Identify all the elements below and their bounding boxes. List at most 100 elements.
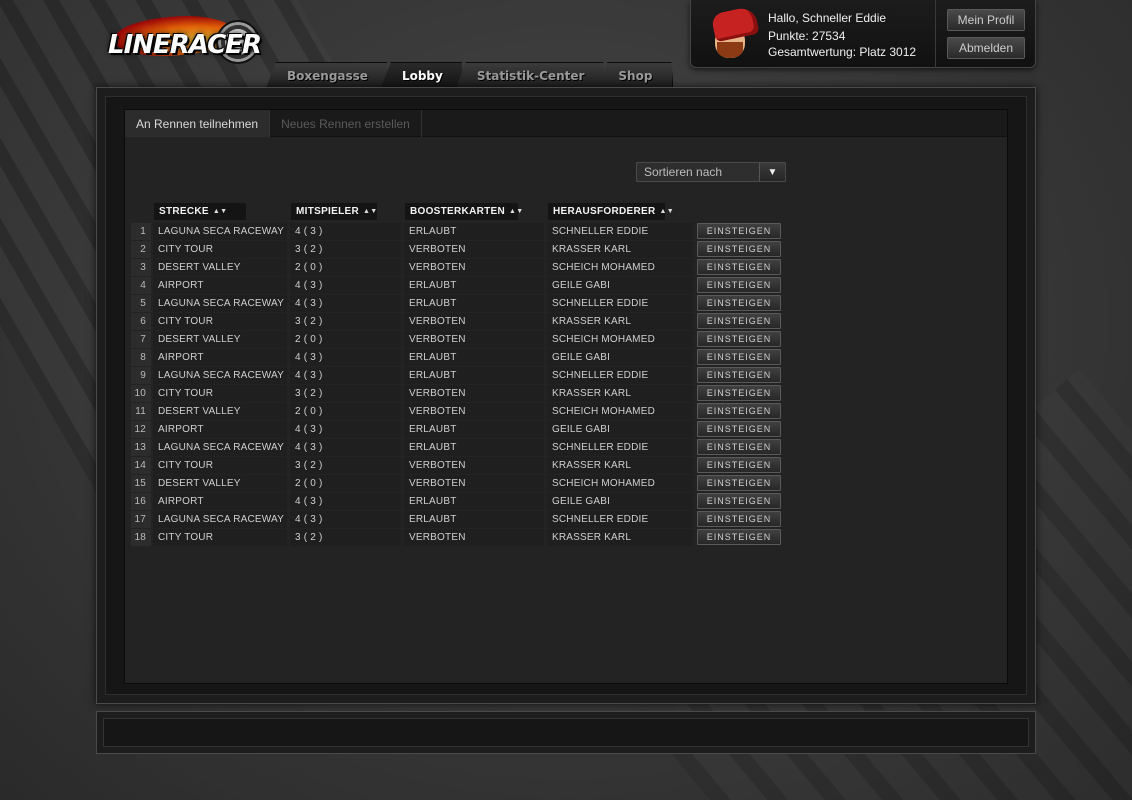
- table-row: 8 AIRPORT 4 ( 3 ) ERLAUBT GEILE GABI EINSTEIG…: [131, 349, 783, 367]
- row-number: 12: [131, 421, 151, 438]
- challenger-cell: KRASSER KARL: [547, 529, 693, 546]
- column-header-mitspieler[interactable]: MITSPIELER ▲▼: [291, 203, 377, 220]
- lobby-content: An Rennen teilnehmen Neues Rennen erstel…: [124, 109, 1008, 684]
- table-row: 7 DESERT VALLEY 2 ( 0 ) VERBOTEN SCHEICH MOH…: [131, 331, 783, 349]
- tab-join-race[interactable]: An Rennen teilnehmen: [125, 110, 271, 137]
- join-race-button[interactable]: EINSTEIGEN: [697, 385, 781, 401]
- column-header-strecke[interactable]: STRECKE ▲▼: [154, 203, 246, 220]
- challenger-cell: GEILE GABI: [547, 493, 693, 510]
- table-row: 5 LAGUNA SECA RACEWAY 4 ( 3 ) ERLAUBT SCHNEL…: [131, 295, 783, 313]
- join-race-button[interactable]: EINSTEIGEN: [697, 259, 781, 275]
- nav-tab-statistik-center[interactable]: Statistik-Center: [456, 62, 606, 88]
- track-cell: LAGUNA SECA RACEWAY: [153, 511, 287, 528]
- chevron-down-icon[interactable]: ▼: [759, 163, 785, 181]
- players-cell: 4 ( 3 ): [290, 439, 401, 456]
- nav-tab-lobby[interactable]: Lobby: [381, 62, 464, 88]
- track-cell: LAGUNA SECA RACEWAY: [153, 223, 287, 240]
- table-row: 17 LAGUNA SECA RACEWAY 4 ( 3 ) ERLAUBT SCHNE…: [131, 511, 783, 529]
- challenger-cell: SCHNELLER EDDIE: [547, 223, 693, 240]
- nav-tab-shop[interactable]: Shop: [597, 62, 673, 88]
- row-number: 15: [131, 475, 151, 492]
- join-race-button[interactable]: EINSTEIGEN: [697, 475, 781, 491]
- table-row: 6 CITY TOUR 3 ( 2 ) VERBOTEN KRASSER KARL EIN…: [131, 313, 783, 331]
- row-number: 14: [131, 457, 151, 474]
- row-number: 1: [131, 223, 151, 240]
- table-row: 18 CITY TOUR 3 ( 2 ) VERBOTEN KRASSER KARL EI…: [131, 529, 783, 547]
- join-race-button[interactable]: EINSTEIGEN: [697, 223, 781, 239]
- join-race-button[interactable]: EINSTEIGEN: [697, 295, 781, 311]
- challenger-cell: GEILE GABI: [547, 421, 693, 438]
- row-number: 18: [131, 529, 151, 546]
- challenger-cell: KRASSER KARL: [547, 313, 693, 330]
- track-cell: LAGUNA SECA RACEWAY: [153, 295, 287, 312]
- join-race-button[interactable]: EINSTEIGEN: [697, 421, 781, 437]
- row-number: 11: [131, 403, 151, 420]
- track-cell: DESERT VALLEY: [153, 475, 287, 492]
- user-points: Punkte: 27534: [768, 29, 846, 43]
- logo-text: LINERACER: [108, 30, 262, 60]
- challenger-cell: GEILE GABI: [547, 349, 693, 366]
- track-cell: LAGUNA SECA RACEWAY: [153, 367, 287, 384]
- lineracer-logo[interactable]: LINERACER: [104, 14, 264, 72]
- join-race-button[interactable]: EINSTEIGEN: [697, 277, 781, 293]
- players-cell: 3 ( 2 ): [290, 241, 401, 258]
- row-number: 4: [131, 277, 151, 294]
- track-cell: DESERT VALLEY: [153, 331, 287, 348]
- booster-cell: VERBOTEN: [404, 241, 544, 258]
- booster-cell: VERBOTEN: [404, 259, 544, 276]
- players-cell: 4 ( 3 ): [290, 349, 401, 366]
- row-number: 10: [131, 385, 151, 402]
- players-cell: 4 ( 3 ): [290, 295, 401, 312]
- booster-cell: VERBOTEN: [404, 331, 544, 348]
- booster-cell: VERBOTEN: [404, 313, 544, 330]
- sort-icon: ▲▼: [212, 207, 228, 215]
- join-race-button[interactable]: EINSTEIGEN: [697, 331, 781, 347]
- row-number: 2: [131, 241, 151, 258]
- join-race-button[interactable]: EINSTEIGEN: [697, 457, 781, 473]
- booster-cell: ERLAUBT: [404, 223, 544, 240]
- join-race-button[interactable]: EINSTEIGEN: [697, 511, 781, 527]
- track-cell: CITY TOUR: [153, 241, 287, 258]
- booster-cell: VERBOTEN: [404, 457, 544, 474]
- challenger-cell: SCHNELLER EDDIE: [547, 295, 693, 312]
- join-race-button[interactable]: EINSTEIGEN: [697, 493, 781, 509]
- logout-button[interactable]: Abmelden: [947, 37, 1025, 59]
- join-race-button[interactable]: EINSTEIGEN: [697, 241, 781, 257]
- table-row: 10 CITY TOUR 3 ( 2 ) VERBOTEN KRASSER KARL EI…: [131, 385, 783, 403]
- row-number: 7: [131, 331, 151, 348]
- join-race-button[interactable]: EINSTEIGEN: [697, 313, 781, 329]
- players-cell: 4 ( 3 ): [290, 223, 401, 240]
- table-row: 12 AIRPORT 4 ( 3 ) ERLAUBT GEILE GABI EINSTEI…: [131, 421, 783, 439]
- column-header-herausforderer[interactable]: HERAUSFORDERER ▲▼: [548, 203, 674, 220]
- tab-create-race[interactable]: Neues Rennen erstellen: [270, 110, 422, 137]
- booster-cell: ERLAUBT: [404, 493, 544, 510]
- track-cell: DESERT VALLEY: [153, 259, 287, 276]
- track-cell: CITY TOUR: [153, 457, 287, 474]
- track-cell: CITY TOUR: [153, 313, 287, 330]
- challenger-cell: KRASSER KARL: [547, 385, 693, 402]
- booster-cell: ERLAUBT: [404, 277, 544, 294]
- sort-label: Sortieren nach: [644, 165, 723, 179]
- challenger-cell: SCHEICH MOHAMED: [547, 475, 693, 492]
- join-race-button[interactable]: EINSTEIGEN: [697, 403, 781, 419]
- table-row: 1 LAGUNA SECA RACEWAY 4 ( 3 ) ERLAUBT SCHNEL…: [131, 223, 783, 241]
- nav-tab-boxengasse[interactable]: Boxengasse: [266, 62, 389, 88]
- join-race-button[interactable]: EINSTEIGEN: [697, 367, 781, 383]
- sort-icon: ▲▼: [659, 207, 675, 215]
- profile-button[interactable]: Mein Profil: [947, 9, 1025, 31]
- avatar[interactable]: [705, 5, 760, 60]
- booster-cell: ERLAUBT: [404, 511, 544, 528]
- sort-icon: ▲▼: [363, 207, 378, 215]
- row-number: 6: [131, 313, 151, 330]
- challenger-cell: SCHEICH MOHAMED: [547, 403, 693, 420]
- join-race-button[interactable]: EINSTEIGEN: [697, 349, 781, 365]
- players-cell: 4 ( 3 ): [290, 421, 401, 438]
- sort-dropdown[interactable]: Sortieren nach ▼: [636, 162, 786, 182]
- join-race-button[interactable]: EINSTEIGEN: [697, 439, 781, 455]
- user-panel: Hallo, Schneller Eddie Punkte: 27534 Ges…: [690, 0, 1036, 68]
- sort-icon: ▲▼: [509, 207, 524, 215]
- players-cell: 4 ( 3 ): [290, 511, 401, 528]
- divider: [935, 0, 936, 68]
- column-header-boosterkarten[interactable]: BOOSTERKARTEN ▲▼: [405, 203, 523, 220]
- join-race-button[interactable]: EINSTEIGEN: [697, 529, 781, 545]
